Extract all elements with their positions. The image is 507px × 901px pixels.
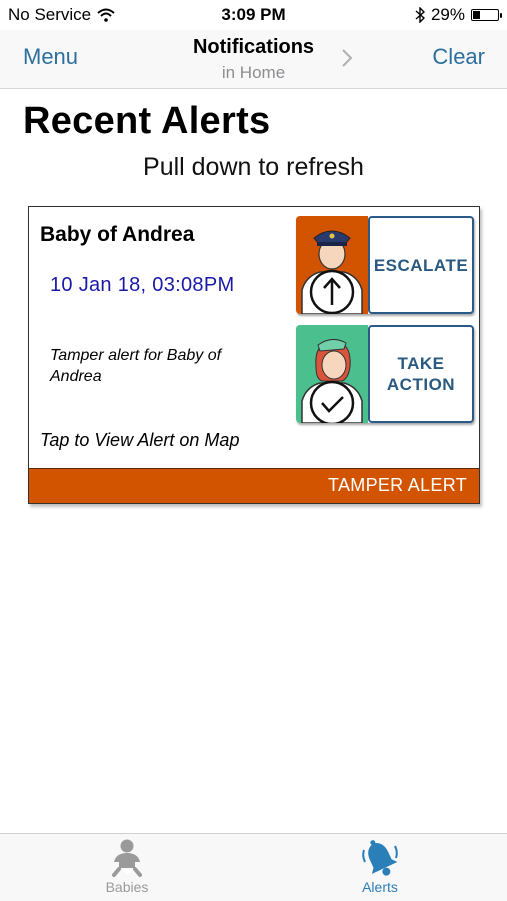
take-action-button[interactable]: TAKE ACTION bbox=[296, 325, 474, 423]
tab-alerts[interactable]: Alerts bbox=[330, 838, 430, 895]
navigation-bar: Menu Notifications in Home Clear bbox=[0, 30, 507, 89]
take-action-text-line2: ACTION bbox=[386, 375, 456, 394]
bell-icon bbox=[362, 840, 398, 876]
tab-bar: Babies Alerts bbox=[0, 833, 507, 901]
take-action-label: TAKE ACTION bbox=[368, 325, 474, 423]
alert-type-banner: TAMPER ALERT bbox=[29, 468, 479, 503]
status-right: 29% bbox=[415, 5, 502, 25]
tab-babies-label: Babies bbox=[105, 879, 149, 895]
alert-type-label: TAMPER ALERT bbox=[328, 475, 467, 495]
tab-alerts-label: Alerts bbox=[362, 879, 398, 895]
escalate-label: ESCALATE bbox=[368, 216, 474, 314]
battery-percent: 29% bbox=[430, 5, 465, 24]
take-action-nurse-icon bbox=[296, 325, 368, 423]
nav-title[interactable]: Notifications bbox=[0, 36, 507, 59]
baby-icon bbox=[112, 839, 142, 877]
alert-card[interactable]: Baby of Andrea 10 Jan 18, 03:08PM Tamper… bbox=[28, 206, 480, 504]
clear-button[interactable]: Clear bbox=[432, 44, 485, 70]
refresh-hint: Pull down to refresh bbox=[143, 153, 364, 181]
escalate-button[interactable]: ESCALATE bbox=[296, 216, 474, 314]
battery-fill bbox=[473, 11, 480, 19]
alert-baby-name: Baby of Andrea bbox=[40, 223, 195, 246]
view-on-map-link[interactable]: Tap to View Alert on Map bbox=[40, 430, 239, 451]
page-title: Recent Alerts bbox=[23, 100, 271, 142]
escalate-officer-icon bbox=[296, 216, 368, 314]
tab-babies[interactable]: Babies bbox=[77, 838, 177, 895]
battery-icon bbox=[471, 9, 502, 21]
escalate-text: ESCALATE bbox=[373, 255, 469, 275]
alert-description: Tamper alert for Baby of Andrea bbox=[50, 347, 222, 385]
alert-timestamp: 10 Jan 18, 03:08PM bbox=[50, 274, 235, 296]
chevron-right-icon[interactable] bbox=[340, 47, 354, 69]
nav-subtitle[interactable]: in Home bbox=[0, 63, 507, 83]
take-action-text-line1: TAKE bbox=[397, 354, 445, 373]
bluetooth-icon bbox=[415, 7, 425, 23]
status-bar: No Service 3:09 PM 29% bbox=[0, 0, 507, 30]
